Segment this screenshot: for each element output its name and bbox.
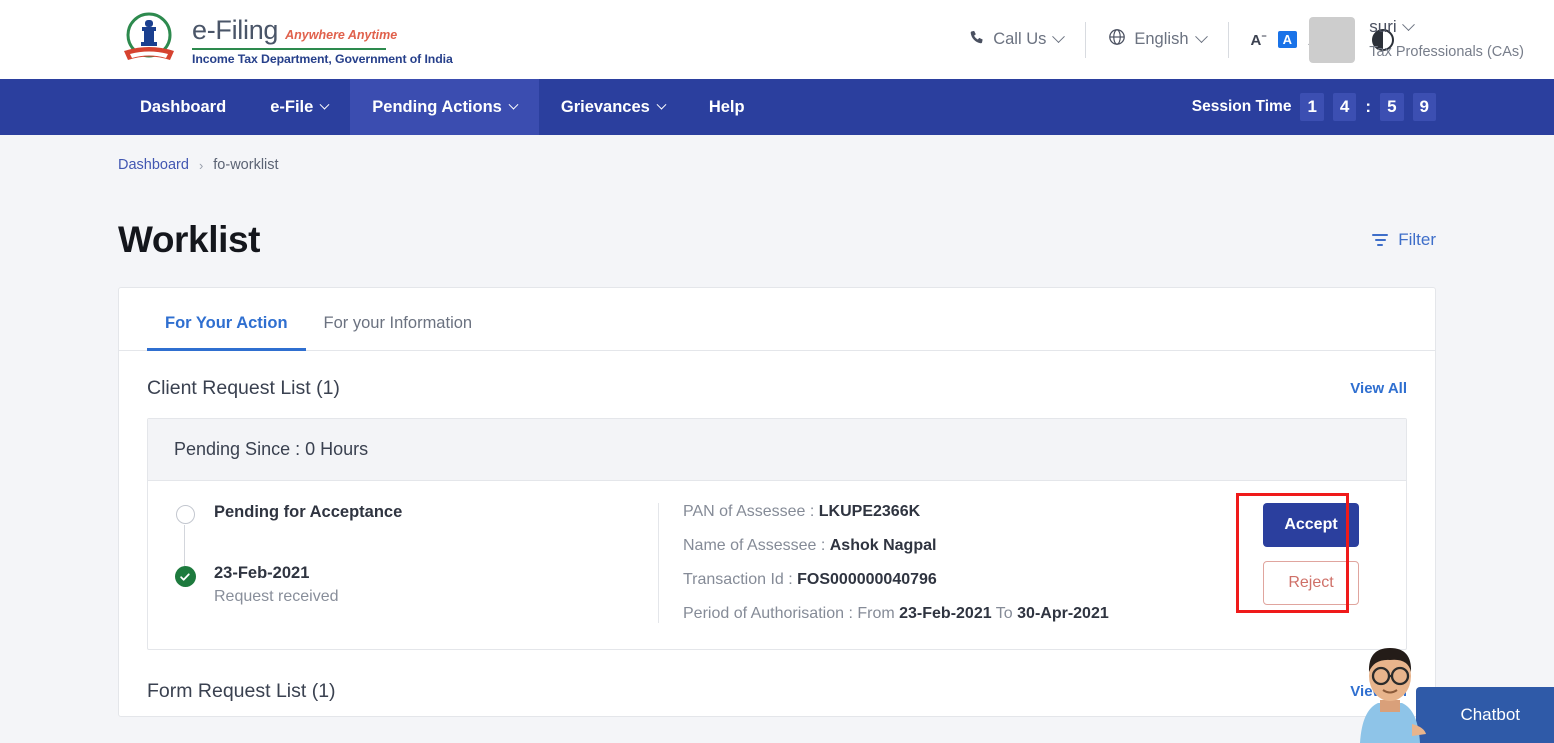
user-role-label: Tax Professionals (CAs)	[1369, 44, 1524, 60]
nav-label: Pending Actions	[372, 98, 502, 116]
session-digit: 4	[1333, 93, 1356, 121]
detail-label: Name of Assessee :	[683, 537, 825, 554]
filter-label: Filter	[1398, 230, 1436, 250]
detail-label: Period of Authorisation :	[683, 605, 853, 622]
tab-for-your-information[interactable]: For your Information	[306, 288, 491, 350]
status-timeline: Pending for Acceptance 23-Feb-2021 Reque…	[148, 503, 658, 623]
detail-value: FOS000000040796	[797, 571, 937, 588]
breadcrumb-current: fo-worklist	[213, 157, 278, 173]
breadcrumb-dashboard[interactable]: Dashboard	[118, 157, 189, 173]
language-label: English	[1134, 30, 1188, 49]
nav-item-efile[interactable]: e-File	[248, 79, 350, 135]
user-profile[interactable]: suri Tax Professionals (CAs)	[1309, 17, 1524, 63]
nav-item-grievances[interactable]: Grievances	[539, 79, 687, 135]
tab-label: For your Information	[324, 314, 473, 332]
chevron-down-icon	[508, 99, 518, 109]
breadcrumb: Dashboard › fo-worklist	[0, 135, 1554, 173]
divider	[1228, 22, 1229, 58]
brand-name: e-Filing	[192, 15, 278, 46]
nav-label: Dashboard	[140, 98, 226, 116]
chatbot-label[interactable]: Chatbot	[1416, 687, 1554, 743]
chatbot-widget[interactable]: Chatbot	[1350, 638, 1554, 743]
filter-icon	[1372, 234, 1388, 245]
breadcrumb-separator: ›	[199, 158, 203, 173]
timeline-step-sub: Request received	[214, 588, 339, 606]
detail-period-of-authorisation: Period of Authorisation : From 23-Feb-20…	[683, 605, 1226, 623]
brand-subtitle: Income Tax Department, Government of Ind…	[192, 52, 453, 66]
user-name-label: suri	[1369, 17, 1396, 37]
detail-label: PAN of Assessee :	[683, 503, 814, 520]
chevron-down-icon	[320, 99, 330, 109]
session-timer-label: Session Time	[1192, 98, 1292, 116]
chevron-down-icon	[1195, 30, 1208, 43]
brand-tagline: Anywhere Anytime	[285, 28, 397, 42]
filter-button[interactable]: Filter	[1372, 230, 1436, 250]
chevron-down-icon	[1053, 30, 1066, 43]
detail-pan: PAN of Assessee : LKUPE2366K	[683, 503, 1226, 521]
nav-item-dashboard[interactable]: Dashboard	[118, 79, 248, 135]
language-menu[interactable]: English	[1108, 28, 1205, 51]
timeline-step-label: Pending for Acceptance	[214, 503, 402, 522]
reject-button[interactable]: Reject	[1263, 561, 1359, 605]
chatbot-avatar-icon	[1350, 638, 1430, 743]
call-us-menu[interactable]: Call Us	[968, 29, 1063, 51]
nav-item-help[interactable]: Help	[687, 79, 767, 135]
worklist-card: For Your Action For your Information Cli…	[118, 287, 1436, 717]
brand-logo[interactable]: e-Filing Anywhere Anytime Income Tax Dep…	[118, 11, 453, 69]
client-request-section-header: Client Request List (1) View All	[119, 351, 1435, 400]
site-header: e-Filing Anywhere Anytime Income Tax Dep…	[0, 0, 1554, 79]
chevron-down-icon	[1402, 18, 1415, 31]
nav-label: Grievances	[561, 98, 650, 116]
avatar	[1309, 17, 1355, 63]
chevron-down-icon	[656, 99, 666, 109]
page-title: Worklist	[118, 219, 260, 261]
session-colon: :	[1365, 97, 1371, 117]
tab-label: For Your Action	[165, 314, 288, 332]
client-request-view-all[interactable]: View All	[1350, 380, 1407, 397]
client-request-item: Pending Since : 0 Hours Pending for Acce…	[147, 418, 1407, 650]
period-from-label: From	[857, 605, 894, 622]
session-digit: 5	[1380, 93, 1403, 121]
nav-item-pending-actions[interactable]: Pending Actions	[350, 79, 539, 135]
detail-value: LKUPE2366K	[819, 503, 920, 520]
worklist-tabs: For Your Action For your Information	[119, 288, 1435, 351]
nav-label: e-File	[270, 98, 313, 116]
request-body: Pending for Acceptance 23-Feb-2021 Reque…	[148, 481, 1406, 649]
call-us-label: Call Us	[993, 30, 1046, 49]
session-timer: Session Time 1 4 : 5 9	[1192, 93, 1436, 121]
form-request-section-header: Form Request List (1) View All	[119, 650, 1435, 703]
globe-icon	[1108, 28, 1126, 51]
nav-label: Help	[709, 98, 745, 116]
period-to-value: 30-Apr-2021	[1017, 605, 1109, 622]
form-request-title: Form Request List (1)	[147, 680, 336, 703]
accept-button[interactable]: Accept	[1263, 503, 1359, 547]
timeline-step-received: 23-Feb-2021 Request received	[172, 564, 658, 606]
period-to-label: To	[996, 605, 1013, 622]
timeline-step-label: 23-Feb-2021	[214, 564, 339, 583]
page-header: Worklist Filter	[0, 173, 1554, 261]
request-actions: Accept Reject	[1226, 503, 1406, 623]
request-details: PAN of Assessee : LKUPE2366K Name of Ass…	[659, 503, 1226, 623]
period-from-value: 23-Feb-2021	[899, 605, 992, 622]
brand-divider	[192, 48, 386, 50]
circle-open-icon	[172, 503, 198, 524]
detail-label: Transaction Id :	[683, 571, 793, 588]
main-navigation: Dashboard e-File Pending Actions Grievan…	[0, 79, 1554, 135]
font-normal-button[interactable]: A	[1278, 31, 1297, 48]
divider	[1085, 22, 1086, 58]
detail-name: Name of Assessee : Ashok Nagpal	[683, 537, 1226, 555]
pending-since-label: Pending Since : 0 Hours	[148, 419, 1406, 481]
india-national-emblem-icon	[118, 11, 180, 69]
session-digit: 1	[1300, 93, 1323, 121]
client-request-title: Client Request List (1)	[147, 377, 340, 400]
font-decrease-button[interactable]: A−	[1251, 31, 1267, 49]
timeline-step-pending: Pending for Acceptance	[172, 503, 658, 524]
detail-value: Ashok Nagpal	[830, 537, 937, 554]
tab-for-your-action[interactable]: For Your Action	[147, 288, 306, 350]
phone-icon	[968, 29, 985, 51]
check-circle-icon	[172, 564, 198, 606]
detail-transaction-id: Transaction Id : FOS000000040796	[683, 571, 1226, 589]
session-digit: 9	[1413, 93, 1436, 121]
